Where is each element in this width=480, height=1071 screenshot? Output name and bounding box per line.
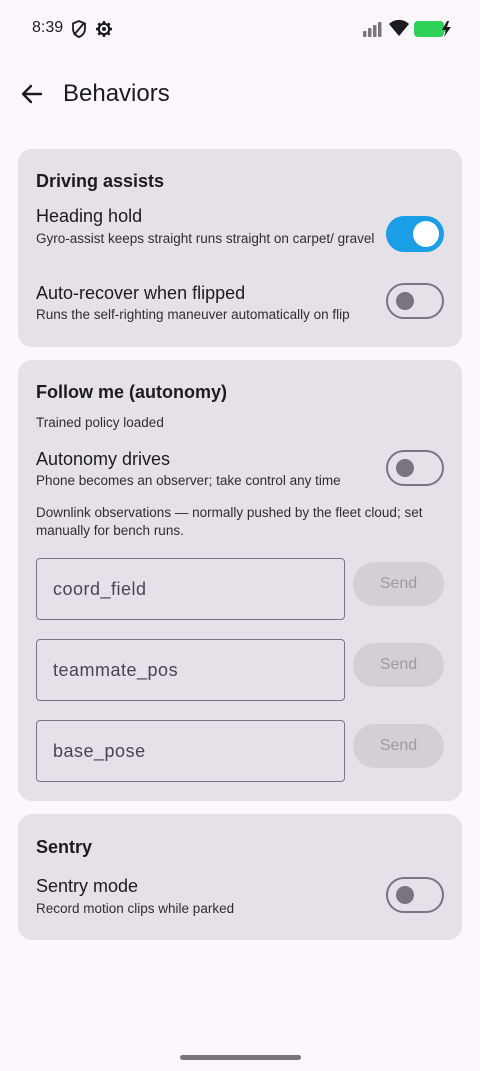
home-indicator[interactable]	[180, 1055, 301, 1060]
send-base-pose-button[interactable]: Send	[353, 724, 444, 768]
coord-field-input-box[interactable]	[36, 558, 345, 620]
cell-signal-icon	[363, 22, 382, 37]
teammate-pos-input-box[interactable]	[36, 639, 345, 701]
heading-hold-toggle[interactable]	[386, 216, 444, 252]
battery-charging-icon	[414, 21, 451, 37]
section-title: Sentry	[36, 837, 93, 857]
heading-hold-subtitle: Gyro-assist keeps straight runs straight…	[36, 231, 375, 246]
sentry-card: Sentry Sentry mode Record motion clips w…	[18, 814, 462, 940]
autonomy-drives-subtitle: Phone becomes an observer; take control …	[36, 473, 341, 488]
heading-hold-title: Heading hold	[36, 206, 143, 226]
base-pose-input-box[interactable]	[36, 720, 345, 782]
toggle-knob	[396, 459, 414, 477]
driving-assists-card: Driving assists Heading hold Gyro-assist…	[18, 149, 462, 347]
wifi-icon	[389, 19, 409, 36]
arrow-back-icon	[21, 84, 43, 104]
teammate-pos-input[interactable]	[37, 640, 344, 700]
page-title: Behaviors	[63, 80, 170, 107]
sentry-mode-toggle[interactable]	[386, 877, 444, 913]
autonomy-drives-toggle[interactable]	[386, 450, 444, 486]
settings-gear-icon	[96, 21, 112, 37]
follow-me-card: Follow me (autonomy) Trained policy load…	[18, 360, 462, 801]
base-pose-input[interactable]	[37, 721, 344, 781]
toggle-knob	[396, 292, 414, 310]
status-time: 8:39	[32, 19, 64, 36]
section-title: Driving assists	[36, 171, 165, 191]
toggle-knob	[413, 221, 439, 247]
auto-recover-toggle[interactable]	[386, 283, 444, 319]
sentry-mode-title: Sentry mode	[36, 876, 139, 896]
toggle-knob	[396, 886, 414, 904]
downlink-note: Downlink observations — normally pushed …	[36, 505, 423, 538]
shield-icon	[72, 20, 86, 38]
send-coord-field-button[interactable]: Send	[353, 562, 444, 606]
back-button[interactable]	[14, 76, 50, 112]
policy-status: Trained policy loaded	[36, 415, 164, 430]
coord-field-input[interactable]	[37, 559, 344, 619]
status-bar: 8:39	[0, 0, 480, 58]
sentry-mode-subtitle: Record motion clips while parked	[36, 901, 235, 916]
autonomy-drives-title: Autonomy drives	[36, 449, 171, 469]
app-bar: Behaviors	[0, 64, 480, 124]
auto-recover-subtitle: Runs the self-righting maneuver automati…	[36, 307, 350, 322]
auto-recover-title: Auto-recover when flipped	[36, 283, 246, 303]
send-teammate-pos-button[interactable]: Send	[353, 643, 444, 687]
section-title: Follow me (autonomy)	[36, 382, 227, 402]
